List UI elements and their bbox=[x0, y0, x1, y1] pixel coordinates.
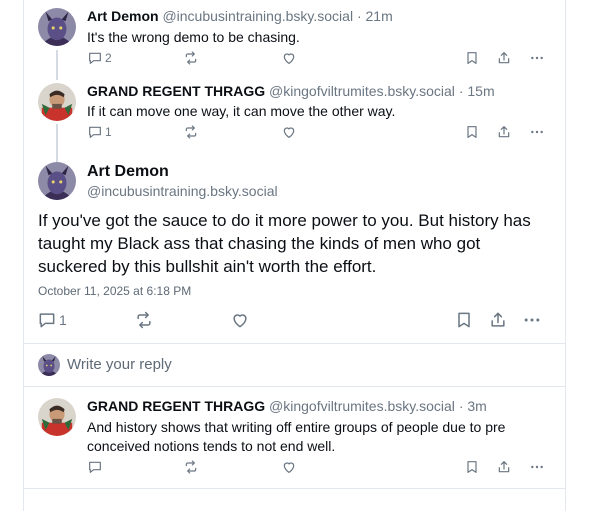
share-button[interactable] bbox=[496, 50, 512, 66]
more-options-button[interactable] bbox=[528, 50, 546, 66]
reply-button[interactable]: 1 bbox=[87, 124, 112, 140]
avatar[interactable] bbox=[38, 162, 76, 200]
repost-button[interactable] bbox=[183, 50, 199, 66]
reply-post[interactable]: GRAND REGENT THRAGG @kingofviltrumites.b… bbox=[24, 387, 565, 488]
post-actions: 2 bbox=[87, 50, 547, 70]
bookmark-button[interactable] bbox=[464, 124, 480, 140]
demon-avatar-icon bbox=[38, 8, 76, 46]
repost-icon bbox=[183, 459, 199, 475]
reply-count: 2 bbox=[105, 51, 112, 65]
reply-button[interactable]: 2 bbox=[87, 50, 112, 66]
demon-avatar-icon bbox=[38, 162, 76, 200]
reply-count: 1 bbox=[105, 125, 112, 139]
post-text: If it can move one way, it can move the … bbox=[87, 103, 396, 119]
author-name[interactable]: Art Demon bbox=[87, 8, 159, 24]
repost-button[interactable] bbox=[134, 310, 154, 330]
heart-icon bbox=[281, 124, 297, 140]
repost-icon bbox=[183, 50, 199, 66]
bookmark-button[interactable] bbox=[464, 459, 480, 475]
post-actions: 1 bbox=[37, 310, 547, 330]
share-icon bbox=[496, 50, 512, 66]
bookmark-icon bbox=[464, 459, 480, 475]
share-button[interactable] bbox=[488, 310, 508, 330]
more-icon bbox=[528, 124, 546, 140]
reply-composer[interactable]: Write your reply bbox=[24, 344, 565, 386]
thread-column: Art Demon @incubusintraining.bsky.social… bbox=[23, 0, 566, 511]
more-options-button[interactable] bbox=[528, 459, 546, 475]
heart-icon bbox=[230, 310, 250, 330]
separator: · bbox=[356, 8, 362, 24]
post-text: It's the wrong demo to be chasing. bbox=[87, 29, 300, 45]
author-handle[interactable]: @kingofviltrumites.bsky.social bbox=[269, 398, 455, 414]
thragg-avatar-icon bbox=[38, 83, 76, 121]
more-options-button[interactable] bbox=[528, 124, 546, 140]
thread-line bbox=[56, 148, 58, 162]
like-button[interactable] bbox=[230, 310, 250, 330]
bookmark-button[interactable] bbox=[454, 310, 474, 330]
repost-icon bbox=[183, 124, 199, 140]
share-icon bbox=[496, 124, 512, 140]
reply-icon bbox=[37, 310, 57, 330]
post-header: GRAND REGENT THRAGG @kingofviltrumites.b… bbox=[87, 397, 487, 415]
author-name[interactable]: GRAND REGENT THRAGG bbox=[87, 83, 265, 99]
share-icon bbox=[496, 459, 512, 475]
avatar bbox=[38, 354, 60, 376]
thread-post-1[interactable]: Art Demon @incubusintraining.bsky.social… bbox=[24, 0, 565, 80]
separator: · bbox=[458, 398, 464, 414]
author-name[interactable]: Art Demon bbox=[87, 162, 169, 182]
avatar[interactable] bbox=[38, 83, 76, 121]
more-icon bbox=[528, 50, 546, 66]
share-icon bbox=[488, 310, 508, 330]
reply-button[interactable] bbox=[87, 459, 103, 475]
post-header: Art Demon @incubusintraining.bsky.social… bbox=[87, 7, 393, 25]
share-button[interactable] bbox=[496, 459, 512, 475]
avatar[interactable] bbox=[38, 398, 76, 436]
reply-button[interactable]: 1 bbox=[37, 310, 67, 330]
post-actions bbox=[87, 459, 547, 479]
focused-post: Art Demon @incubusintraining.bsky.social… bbox=[24, 148, 565, 343]
repost-button[interactable] bbox=[183, 459, 199, 475]
demon-avatar-icon bbox=[38, 354, 60, 376]
reply-count: 1 bbox=[59, 312, 67, 328]
like-button[interactable] bbox=[281, 50, 297, 66]
more-options-button[interactable] bbox=[522, 310, 542, 330]
post-timestamp[interactable]: October 11, 2025 at 6:18 PM bbox=[38, 283, 191, 299]
heart-icon bbox=[281, 50, 297, 66]
post-actions: 1 bbox=[87, 124, 547, 144]
author-handle[interactable]: @kingofviltrumites.bsky.social bbox=[269, 83, 455, 99]
thread-post-2[interactable]: GRAND REGENT THRAGG @kingofviltrumites.b… bbox=[24, 76, 565, 158]
post-text: And history shows that writing off entir… bbox=[87, 419, 506, 454]
heart-icon bbox=[281, 459, 297, 475]
reply-placeholder[interactable]: Write your reply bbox=[67, 356, 172, 374]
post-header: GRAND REGENT THRAGG @kingofviltrumites.b… bbox=[87, 82, 495, 100]
author-handle[interactable]: @incubusintraining.bsky.social bbox=[162, 8, 353, 24]
bookmark-button[interactable] bbox=[464, 50, 480, 66]
post-time[interactable]: 21m bbox=[366, 8, 393, 24]
post-time[interactable]: 15m bbox=[467, 83, 494, 99]
post-time[interactable]: 3m bbox=[467, 398, 486, 414]
like-button[interactable] bbox=[281, 124, 297, 140]
more-icon bbox=[522, 310, 542, 330]
divider bbox=[24, 488, 565, 489]
bookmark-icon bbox=[454, 310, 474, 330]
repost-button[interactable] bbox=[183, 124, 199, 140]
post-text: If you've got the sauce to do it more po… bbox=[38, 211, 531, 276]
author-name[interactable]: GRAND REGENT THRAGG bbox=[87, 398, 265, 414]
share-button[interactable] bbox=[496, 124, 512, 140]
bookmark-icon bbox=[464, 124, 480, 140]
avatar[interactable] bbox=[38, 8, 76, 46]
more-icon bbox=[528, 459, 546, 475]
thragg-avatar-icon bbox=[38, 398, 76, 436]
author-handle[interactable]: @incubusintraining.bsky.social bbox=[87, 182, 278, 200]
repost-icon bbox=[134, 310, 154, 330]
like-button[interactable] bbox=[281, 459, 297, 475]
reply-icon bbox=[87, 124, 103, 140]
separator: · bbox=[458, 83, 464, 99]
reply-icon bbox=[87, 459, 103, 475]
reply-icon bbox=[87, 50, 103, 66]
bookmark-icon bbox=[464, 50, 480, 66]
